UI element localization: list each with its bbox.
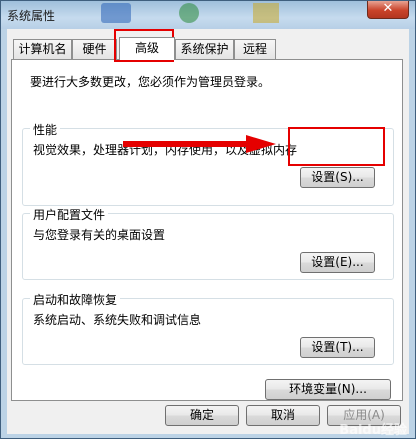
system-properties-window: 系统属性 ✕ 计算机名 硬件 高级 系统保护 远程 要进行大多数更改，您必须作为… xyxy=(0,0,416,439)
dialog-client-area: 计算机名 硬件 高级 系统保护 远程 要进行大多数更改，您必须作为管理员登录。 … xyxy=(7,29,409,434)
desktop-icon-blur xyxy=(179,3,199,23)
performance-settings-button[interactable]: 设置(S)... xyxy=(300,167,375,188)
desktop-icon-blur xyxy=(101,3,131,23)
startup-recovery-settings-button[interactable]: 设置(T)... xyxy=(300,337,375,358)
startup-recovery-description: 系统启动、系统失败和调试信息 xyxy=(33,313,202,327)
startup-recovery-legend: 启动和故障恢复 xyxy=(30,291,121,308)
annotation-arrow xyxy=(123,135,276,153)
title-bar[interactable]: 系统属性 ✕ xyxy=(1,1,415,29)
user-profiles-legend: 用户配置文件 xyxy=(30,206,109,223)
environment-variables-button[interactable]: 环境变量(N)... xyxy=(265,379,391,400)
advanced-tab-panel: 要进行大多数更改，您必须作为管理员登录。 性能 视觉效果，处理器计划，内存使用，… xyxy=(11,59,403,401)
user-profiles-group: 用户配置文件 与您登录有关的桌面设置 设置(E)... xyxy=(22,206,394,280)
close-button[interactable]: ✕ xyxy=(367,1,409,19)
tab-system-protection[interactable]: 系统保护 xyxy=(175,39,234,59)
tab-advanced[interactable]: 高级 xyxy=(119,37,175,60)
baidu-watermark: Baidu经验 xyxy=(339,423,407,438)
admin-note: 要进行大多数更改，您必须作为管理员登录。 xyxy=(30,75,271,89)
ok-button[interactable]: 确定 xyxy=(165,405,239,426)
desktop-icon-blur xyxy=(253,3,279,23)
tab-hardware[interactable]: 硬件 xyxy=(72,39,117,59)
tab-computer-name[interactable]: 计算机名 xyxy=(13,39,72,59)
tab-remote[interactable]: 远程 xyxy=(234,39,276,59)
window-title: 系统属性 xyxy=(7,9,56,23)
cancel-button[interactable]: 取消 xyxy=(246,405,320,426)
user-profiles-settings-button[interactable]: 设置(E)... xyxy=(300,252,375,273)
tab-strip: 计算机名 硬件 高级 系统保护 远程 xyxy=(11,37,403,60)
startup-recovery-group: 启动和故障恢复 系统启动、系统失败和调试信息 设置(T)... xyxy=(22,291,394,365)
performance-legend: 性能 xyxy=(30,121,61,138)
user-profiles-description: 与您登录有关的桌面设置 xyxy=(33,228,166,242)
